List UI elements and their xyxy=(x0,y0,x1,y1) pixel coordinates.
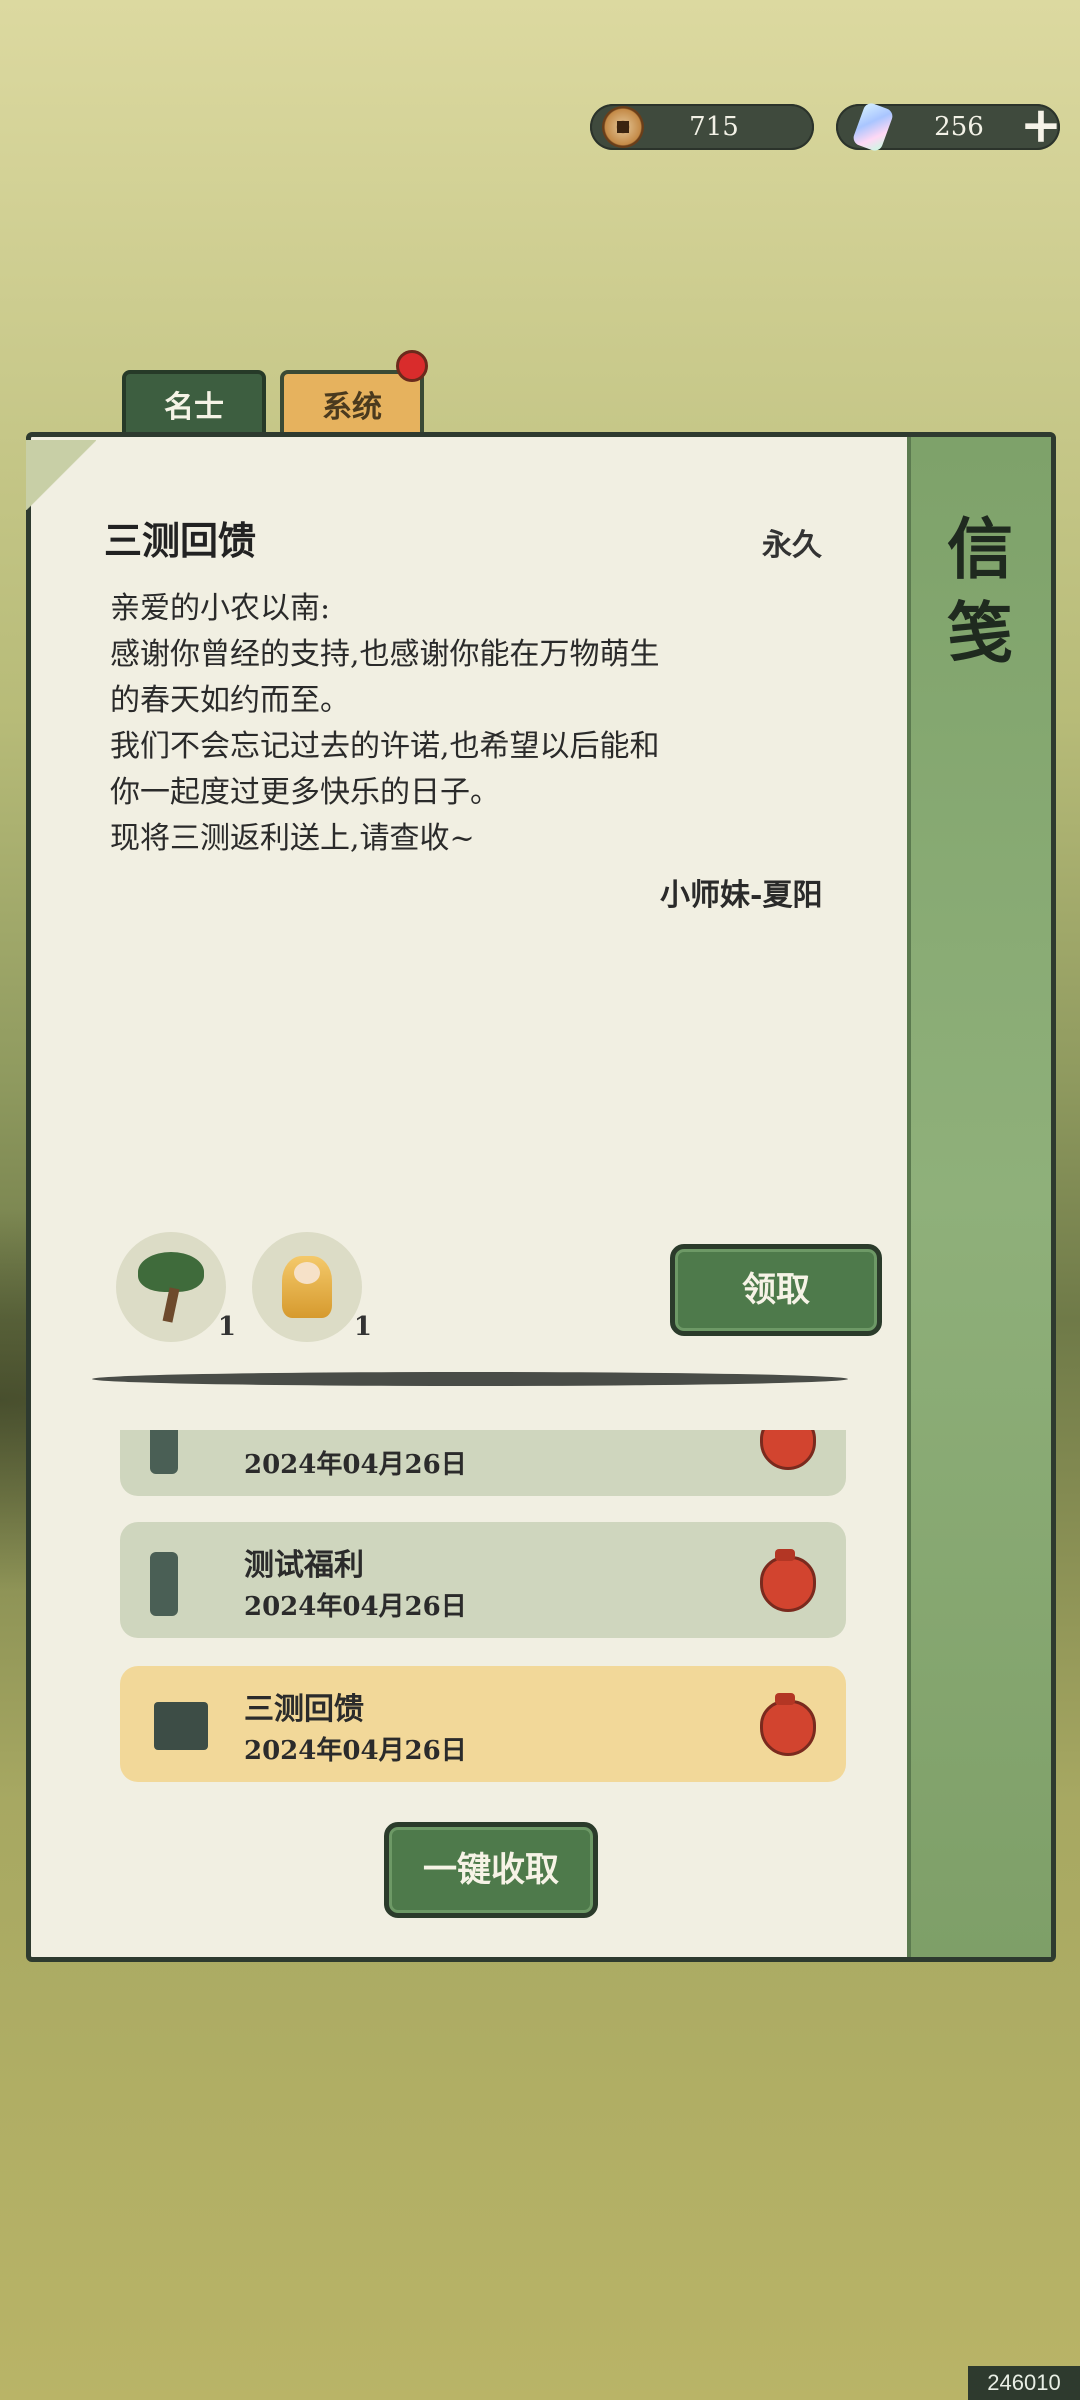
copper-coin-icon xyxy=(602,106,644,148)
mail-body-line: 你一起度过更多快乐的日子。 xyxy=(110,775,500,810)
mail-item-name: 测试福利 xyxy=(244,1548,364,1583)
scroll-icon xyxy=(150,1430,178,1474)
mail-title: 三测回馈 xyxy=(104,518,257,563)
gift-bag-icon xyxy=(760,1549,816,1612)
gem-value: 256 xyxy=(934,112,984,142)
mail-body: 亲爱的小农以南: 感谢你曾经的支持,也感谢你能在万物萌生 的春天如约而至。 我们… xyxy=(110,586,870,862)
mail-body-line: 亲爱的小农以南: xyxy=(110,591,331,626)
paper-fold-decoration xyxy=(26,440,96,510)
panel-side-strip: 信笺 xyxy=(907,437,1051,1957)
mail-signature: 小师妹-夏阳 xyxy=(660,878,823,913)
open-scroll-icon xyxy=(154,1702,208,1750)
coin-value: 715 xyxy=(689,112,739,142)
claim-all-button[interactable]: 一键收取 xyxy=(384,1822,598,1918)
mail-list[interactable]: 2024年04月26日 测试福利 2024年04月26日 三测回馈 2024年0… xyxy=(120,1430,850,1810)
mail-body-line: 现将三测返利送上,请查收~ xyxy=(110,821,475,856)
mail-body-line: 我们不会忘记过去的许诺,也希望以后能和 xyxy=(110,729,660,764)
scroll-icon xyxy=(150,1552,178,1616)
notification-badge xyxy=(396,350,428,382)
panel-title: 信笺 xyxy=(947,510,1013,672)
mail-list-item[interactable]: 测试福利 2024年04月26日 xyxy=(120,1522,846,1638)
reward-item[interactable]: 1 xyxy=(116,1232,236,1342)
bonsai-tree-icon xyxy=(138,1252,204,1292)
character-face xyxy=(294,1262,320,1284)
mail-list-item[interactable]: 2024年04月26日 xyxy=(120,1430,846,1496)
crystal-gem-icon xyxy=(851,101,895,153)
reward-count: 1 xyxy=(353,1312,372,1342)
mail-duration: 永久 xyxy=(762,528,822,563)
mail-item-date: 2024年04月26日 xyxy=(244,1450,467,1480)
coin-counter: 715 xyxy=(590,104,814,150)
reward-count: 1 xyxy=(217,1312,236,1342)
claim-button[interactable]: 领取 xyxy=(670,1244,882,1336)
mail-body-line: 的春天如约而至。 xyxy=(110,683,350,718)
mail-item-name: 三测回馈 xyxy=(244,1692,364,1727)
ink-divider xyxy=(92,1372,848,1386)
gift-bag-icon xyxy=(760,1430,816,1470)
watermark: 246010 xyxy=(968,2366,1080,2400)
mail-item-date: 2024年04月26日 xyxy=(244,1736,467,1766)
tree-trunk xyxy=(162,1287,180,1323)
gift-bag-icon xyxy=(760,1693,816,1756)
mail-list-item-selected[interactable]: 三测回馈 2024年04月26日 xyxy=(120,1666,846,1782)
mail-body-line: 感谢你曾经的支持,也感谢你能在万物萌生 xyxy=(110,637,660,672)
mail-item-date: 2024年04月26日 xyxy=(244,1592,467,1622)
reward-item[interactable]: 1 xyxy=(252,1232,372,1342)
plus-icon[interactable]: + xyxy=(1016,100,1066,152)
